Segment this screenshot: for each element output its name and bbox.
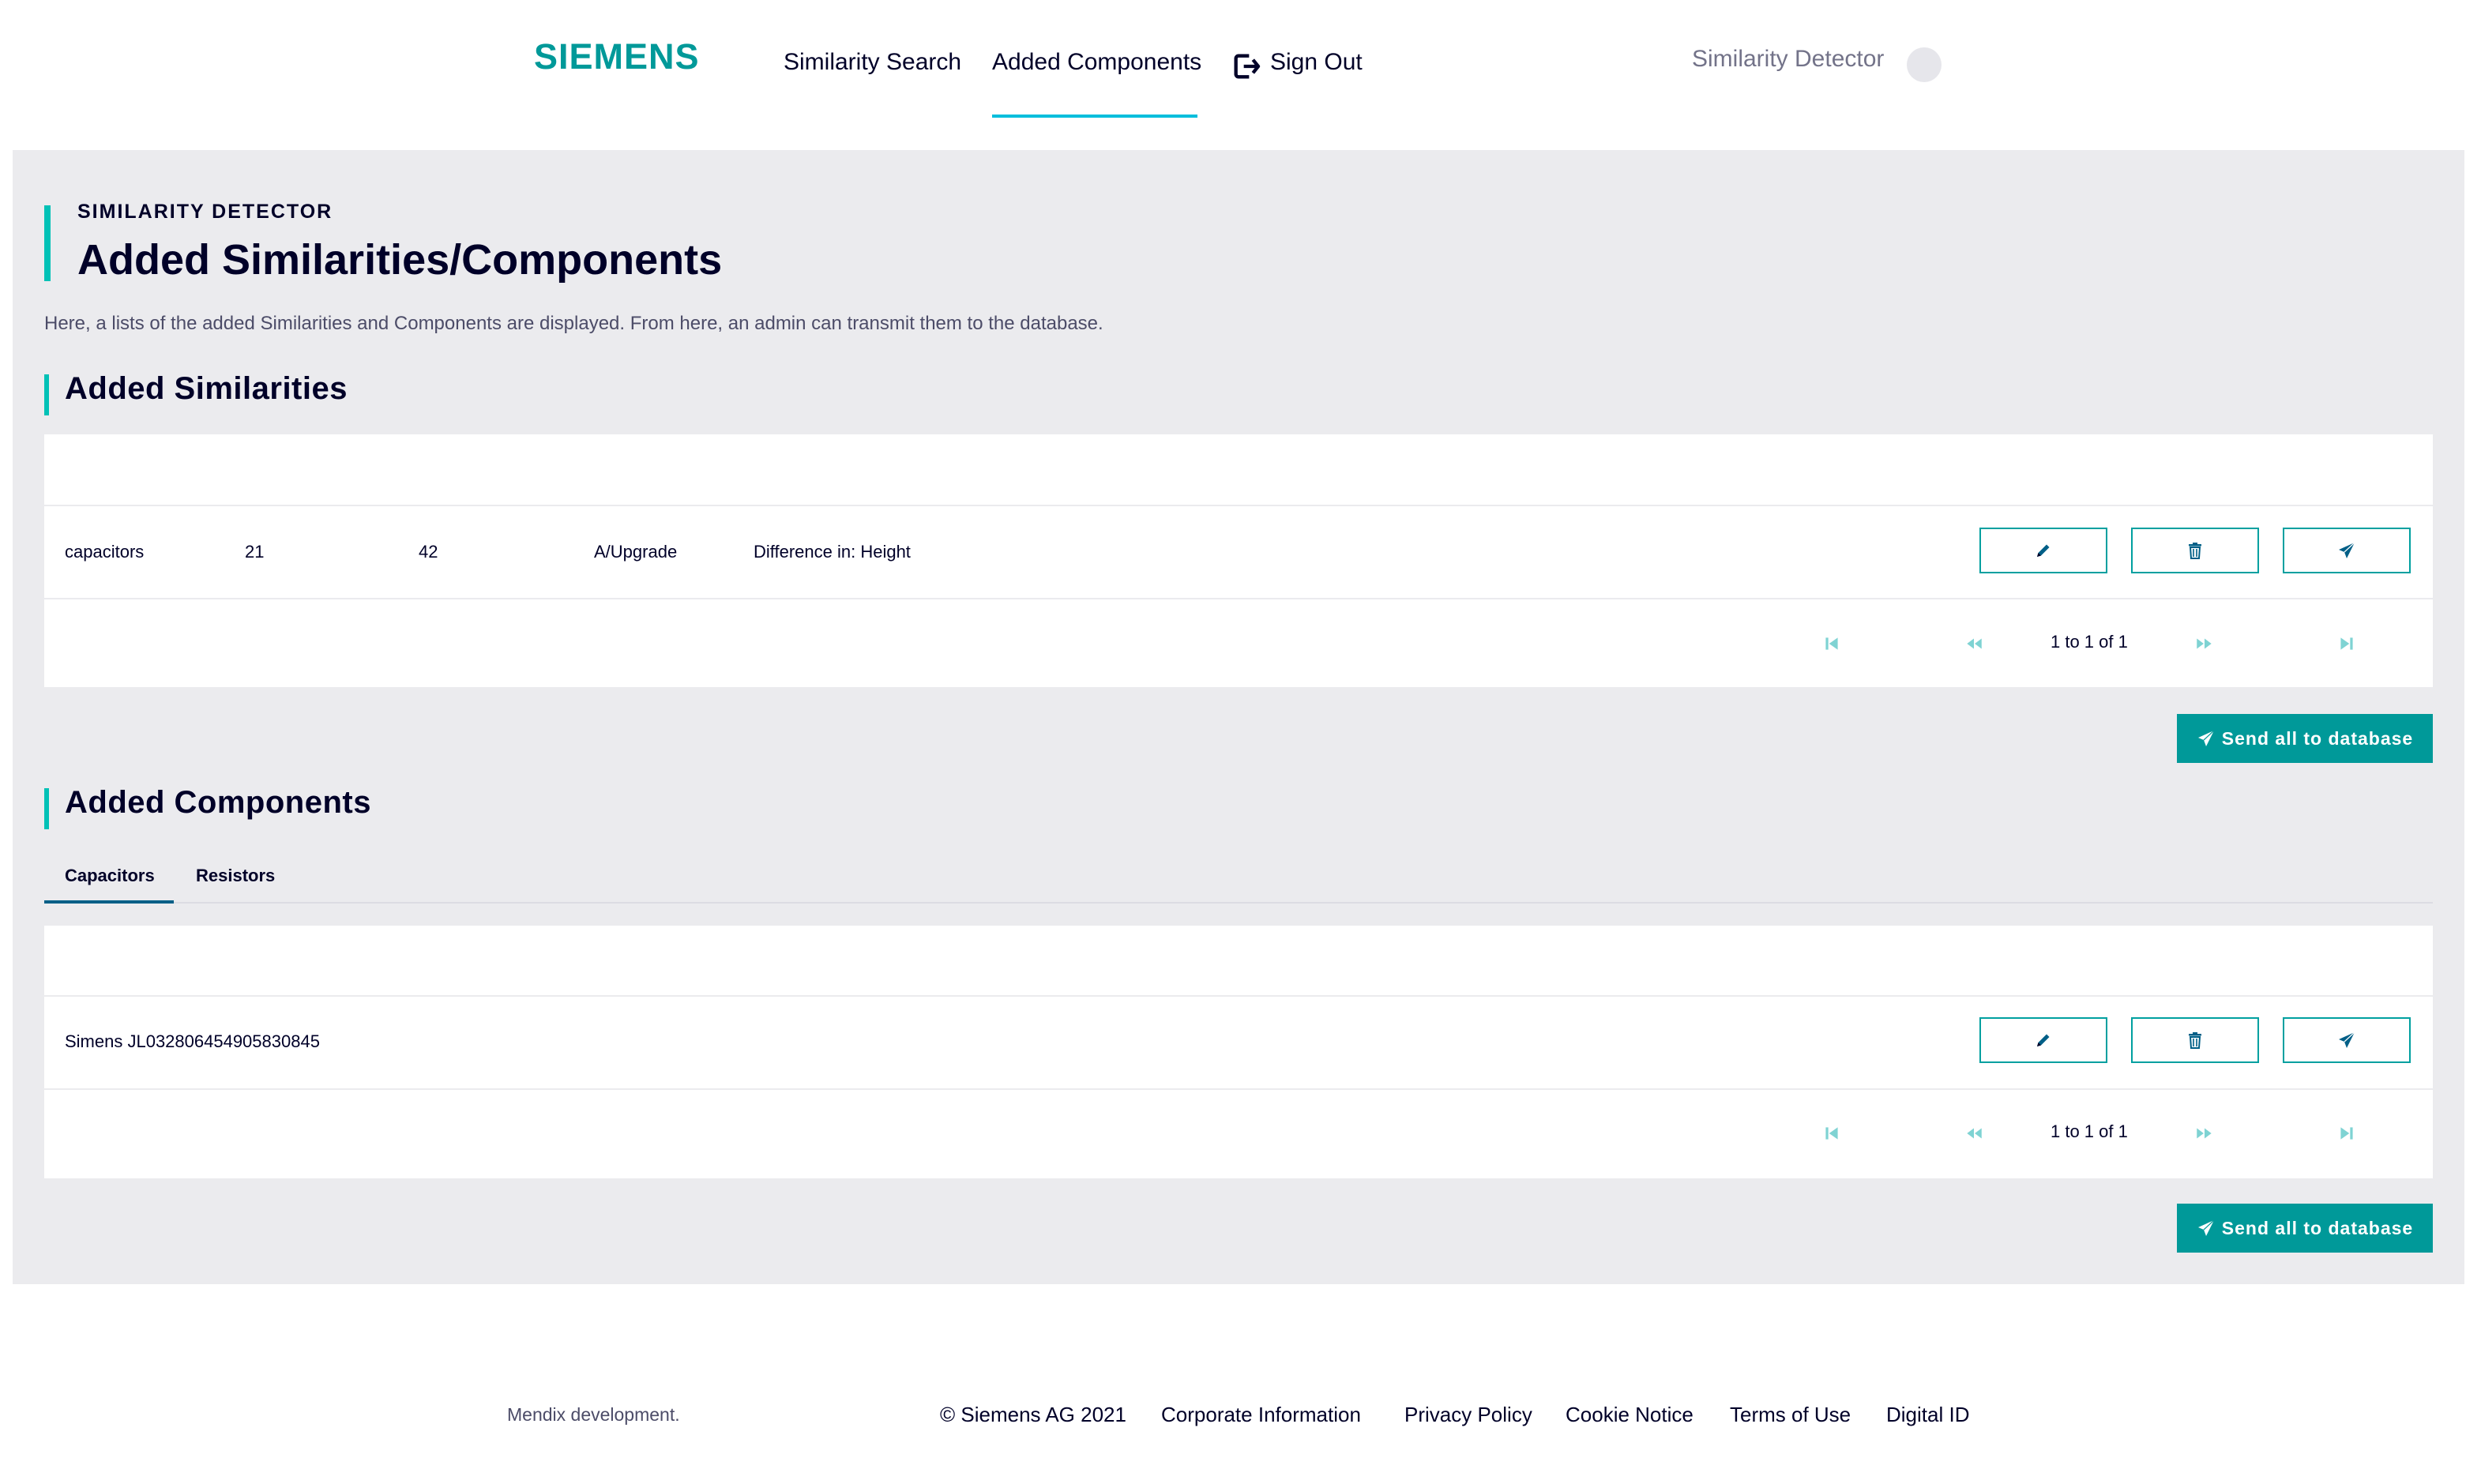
nav-active-indicator <box>992 115 1197 118</box>
tab-active-indicator <box>44 900 174 904</box>
tab-resistors[interactable]: Resistors <box>196 866 275 886</box>
paper-plane-icon <box>2339 542 2355 558</box>
edit-button[interactable] <box>1979 528 2107 573</box>
nav-added-components[interactable]: Added Components <box>992 49 1201 76</box>
footer-note: Mendix development. <box>507 1404 680 1425</box>
pagination-status: 1 to 1 of 1 <box>2051 632 2128 652</box>
section-title-components: Added Components <box>65 785 371 820</box>
siemens-logo[interactable]: SIEMENS <box>534 36 700 77</box>
similarity-cell-a: 21 <box>245 542 265 562</box>
first-page-icon[interactable] <box>1821 1123 1842 1144</box>
trash-icon <box>2189 1032 2201 1049</box>
footer-link-privacy-policy[interactable]: Privacy Policy <box>1404 1403 1532 1427</box>
next-page-icon[interactable] <box>2194 1123 2215 1144</box>
page-title: Added Similarities/Components <box>77 236 723 284</box>
send-all-label: Send all to database <box>2221 727 2414 749</box>
table-header-divider <box>44 505 2433 506</box>
component-cell-name: Simens JL0328064549058308​45 <box>65 1031 320 1051</box>
first-page-icon[interactable] <box>1821 633 1842 654</box>
similarity-cell-type: capacitors <box>65 542 145 562</box>
prev-page-icon[interactable] <box>1964 1123 1984 1144</box>
nav-similarity-search[interactable]: Similarity Search <box>784 49 961 76</box>
similarity-cell-category: A/Upgrade <box>594 542 678 562</box>
table-row-divider <box>44 1088 2433 1090</box>
section-accent <box>44 374 49 415</box>
nav-sign-out[interactable]: Sign Out <box>1270 49 1363 76</box>
similarity-cell-b: 42 <box>419 542 438 562</box>
send-all-components-button[interactable]: Send all to database <box>2177 1204 2433 1253</box>
page-description: Here, a lists of the added Similarities … <box>44 313 1103 334</box>
footer-link-terms-of-use[interactable]: Terms of Use <box>1730 1403 1851 1427</box>
footer-link-digital-id[interactable]: Digital ID <box>1886 1403 1969 1427</box>
edit-button[interactable] <box>1979 1017 2107 1063</box>
paper-plane-icon <box>2339 1031 2355 1048</box>
paper-plane-icon <box>2197 730 2215 746</box>
similarity-cell-difference: Difference in: Height <box>754 542 911 562</box>
tab-bar-baseline <box>44 902 2433 904</box>
section-accent <box>44 788 49 829</box>
last-page-icon[interactable] <box>2336 633 2357 654</box>
table-header-divider <box>44 995 2433 997</box>
paper-plane-icon <box>2197 1219 2215 1236</box>
trash-icon <box>2189 543 2201 559</box>
avatar[interactable] <box>1907 47 1942 82</box>
last-page-icon[interactable] <box>2336 1123 2357 1144</box>
delete-button[interactable] <box>2131 1017 2259 1063</box>
send-all-similarities-button[interactable]: Send all to database <box>2177 714 2433 763</box>
pencil-icon <box>2037 544 2050 557</box>
footer-copyright: © Siemens AG 2021 <box>940 1403 1126 1426</box>
delete-button[interactable] <box>2131 528 2259 573</box>
send-button[interactable] <box>2283 528 2411 573</box>
pagination-status: 1 to 1 of 1 <box>2051 1121 2128 1141</box>
prev-page-icon[interactable] <box>1964 633 1984 654</box>
send-all-label: Send all to database <box>2221 1217 2414 1238</box>
table-row-divider <box>44 598 2433 599</box>
section-title-similarities: Added Similarities <box>65 371 348 406</box>
page-title-accent <box>44 205 51 281</box>
page-eyebrow: SIMILARITY DETECTOR <box>77 201 333 223</box>
footer-link-corporate-information[interactable]: Corporate Information <box>1161 1403 1361 1427</box>
footer-link-cookie-notice[interactable]: Cookie Notice <box>1566 1403 1693 1427</box>
next-page-icon[interactable] <box>2194 633 2215 654</box>
app-name: Similarity Detector <box>1692 46 1885 72</box>
send-button[interactable] <box>2283 1017 2411 1063</box>
pencil-icon <box>2037 1034 2050 1046</box>
tab-capacitors[interactable]: Capacitors <box>65 866 155 886</box>
sign-out-icon[interactable] <box>1231 51 1262 82</box>
